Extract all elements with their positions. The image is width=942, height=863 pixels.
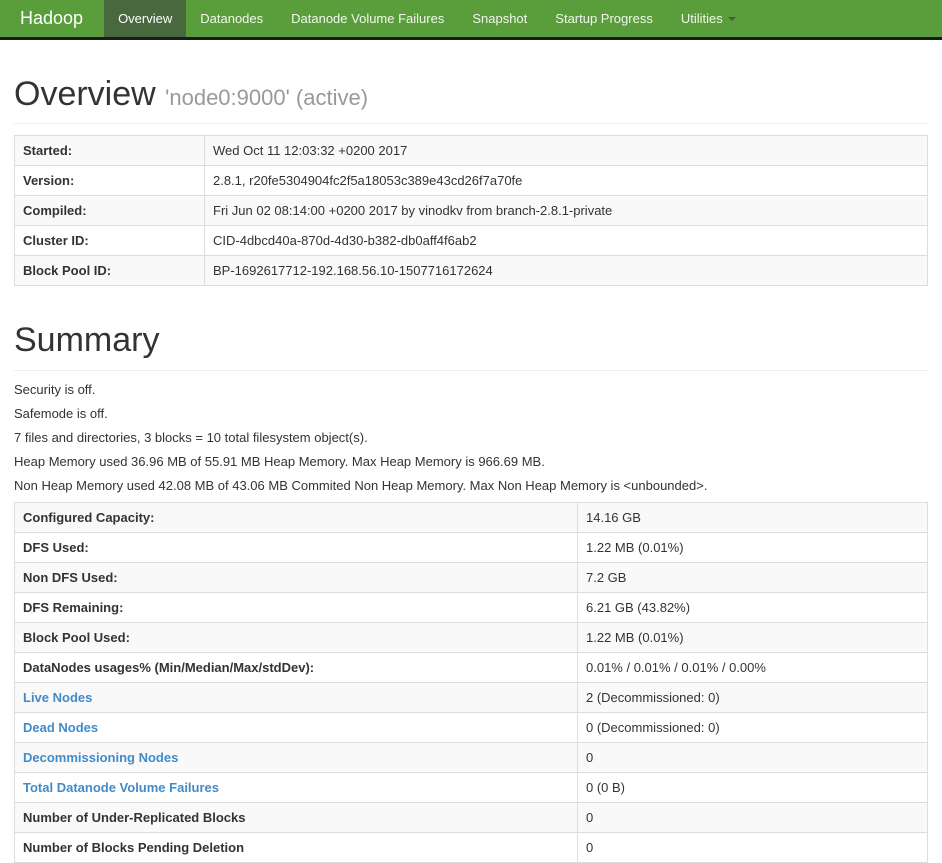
summary-table: Configured Capacity: 14.16 GB DFS Used: … [14, 501, 928, 863]
row-label: DataNodes usages% (Min/Median/Max/stdDev… [14, 651, 578, 683]
row-value: 6.21 GB (43.82%) [577, 591, 928, 623]
table-row: Non DFS Used: 7.2 GB [14, 561, 928, 593]
row-label: Cluster ID: [14, 225, 205, 257]
table-row: Total Datanode Volume Failures 0 (0 B) [14, 771, 928, 803]
row-value: 0.01% / 0.01% / 0.01% / 0.00% [577, 651, 928, 683]
row-label: Number of Under-Replicated Blocks [14, 801, 578, 833]
row-label: Version: [14, 165, 205, 197]
summary-title: Summary [14, 321, 160, 360]
live-nodes-link[interactable]: Live Nodes [23, 690, 92, 705]
row-value: 7.2 GB [577, 561, 928, 593]
row-label: Block Pool ID: [14, 255, 205, 287]
table-row: Block Pool Used: 1.22 MB (0.01%) [14, 621, 928, 653]
table-row: Number of Under-Replicated Blocks 0 [14, 801, 928, 833]
row-label: Number of Blocks Pending Deletion [14, 831, 578, 863]
row-value: BP-1692617712-192.168.56.10-150771617262… [204, 255, 928, 287]
nav-tab-datanodes[interactable]: Datanodes [186, 0, 277, 37]
row-label: DFS Used: [14, 531, 578, 563]
page-content: Overview 'node0:9000' (active) Started: … [0, 75, 942, 863]
row-value: 2.8.1, r20fe5304904fc2f5a18053c389e43cd2… [204, 165, 928, 197]
table-row: Block Pool ID: BP-1692617712-192.168.56.… [14, 255, 928, 287]
nav-tab-overview[interactable]: Overview [104, 0, 187, 37]
row-value: Wed Oct 11 12:03:32 +0200 2017 [204, 135, 928, 167]
table-row: Compiled: Fri Jun 02 08:14:00 +0200 2017… [14, 195, 928, 227]
row-label: Dead Nodes [14, 711, 578, 743]
row-value: 0 [577, 801, 928, 833]
row-label: Block Pool Used: [14, 621, 578, 653]
row-label: Configured Capacity: [14, 501, 578, 533]
row-label: Total Datanode Volume Failures [14, 771, 578, 803]
table-row: Live Nodes 2 (Decommissioned: 0) [14, 681, 928, 713]
nav-tab-datanode-volume-failures[interactable]: Datanode Volume Failures [277, 0, 458, 37]
nav-tab-snapshot[interactable]: Snapshot [458, 0, 541, 37]
table-row: Started: Wed Oct 11 12:03:32 +0200 2017 [14, 135, 928, 167]
nav-tab-startup-progress[interactable]: Startup Progress [541, 0, 667, 37]
divider [14, 369, 928, 371]
summary-line-security: Security is off. [14, 381, 96, 397]
row-value: 0 (0 B) [577, 771, 928, 803]
dead-nodes-link[interactable]: Dead Nodes [23, 720, 98, 735]
summary-paragraphs: Security is off. Safemode is off. 7 file… [14, 382, 928, 493]
summary-line-non-heap-memory: Non Heap Memory used 42.08 MB of 43.06 M… [14, 477, 708, 493]
row-value: Fri Jun 02 08:14:00 +0200 2017 by vinodk… [204, 195, 928, 227]
row-value: 1.22 MB (0.01%) [577, 621, 928, 653]
row-value: 0 [577, 831, 928, 863]
total-datanode-volume-failures-link[interactable]: Total Datanode Volume Failures [23, 780, 219, 795]
summary-line-heap-memory: Heap Memory used 36.96 MB of 55.91 MB He… [14, 453, 545, 469]
divider [14, 123, 928, 125]
row-value: 1.22 MB (0.01%) [577, 531, 928, 563]
row-label: DFS Remaining: [14, 591, 578, 623]
navbar: Hadoop Overview Datanodes Datanode Volum… [0, 0, 942, 40]
table-row: Cluster ID: CID-4dbcd40a-870d-4d30-b382-… [14, 225, 928, 257]
table-row: Version: 2.8.1, r20fe5304904fc2f5a18053c… [14, 165, 928, 197]
page-title: Overview 'node0:9000' (active) [14, 75, 928, 113]
nav-tab-utilities[interactable]: Utilities [667, 0, 750, 37]
row-label: Decommissioning Nodes [14, 741, 578, 773]
row-label: Non DFS Used: [14, 561, 578, 593]
table-row: DataNodes usages% (Min/Median/Max/stdDev… [14, 651, 928, 683]
navbar-brand[interactable]: Hadoop [0, 0, 102, 37]
row-value: CID-4dbcd40a-870d-4d30-b382-db0aff4f6ab2 [204, 225, 928, 257]
table-row: Dead Nodes 0 (Decommissioned: 0) [14, 711, 928, 743]
summary-line-safemode: Safemode is off. [14, 405, 108, 421]
nav-tab-utilities-label: Utilities [680, 11, 723, 26]
table-row: Number of Blocks Pending Deletion 0 [14, 831, 928, 863]
table-row: Decommissioning Nodes 0 [14, 741, 928, 773]
table-row: Configured Capacity: 14.16 GB [14, 501, 928, 533]
table-row: DFS Remaining: 6.21 GB (43.82%) [14, 591, 928, 623]
namenode-info-table: Started: Wed Oct 11 12:03:32 +0200 2017 … [14, 135, 928, 287]
row-value: 0 [577, 741, 928, 773]
row-label: Live Nodes [14, 681, 578, 713]
decommissioning-nodes-link[interactable]: Decommissioning Nodes [23, 750, 178, 765]
page-title-text: Overview [14, 75, 156, 113]
row-label: Started: [14, 135, 205, 167]
table-row: DFS Used: 1.22 MB (0.01%) [14, 531, 928, 563]
row-value: 14.16 GB [577, 501, 928, 533]
row-value: 0 (Decommissioned: 0) [577, 711, 928, 743]
summary-line-filesystem-objects: 7 files and directories, 3 blocks = 10 t… [14, 429, 368, 445]
page-title-subtitle: 'node0:9000' (active) [165, 85, 369, 110]
row-value: 2 (Decommissioned: 0) [577, 681, 928, 713]
row-label: Compiled: [14, 195, 205, 227]
caret-down-icon [727, 16, 736, 21]
